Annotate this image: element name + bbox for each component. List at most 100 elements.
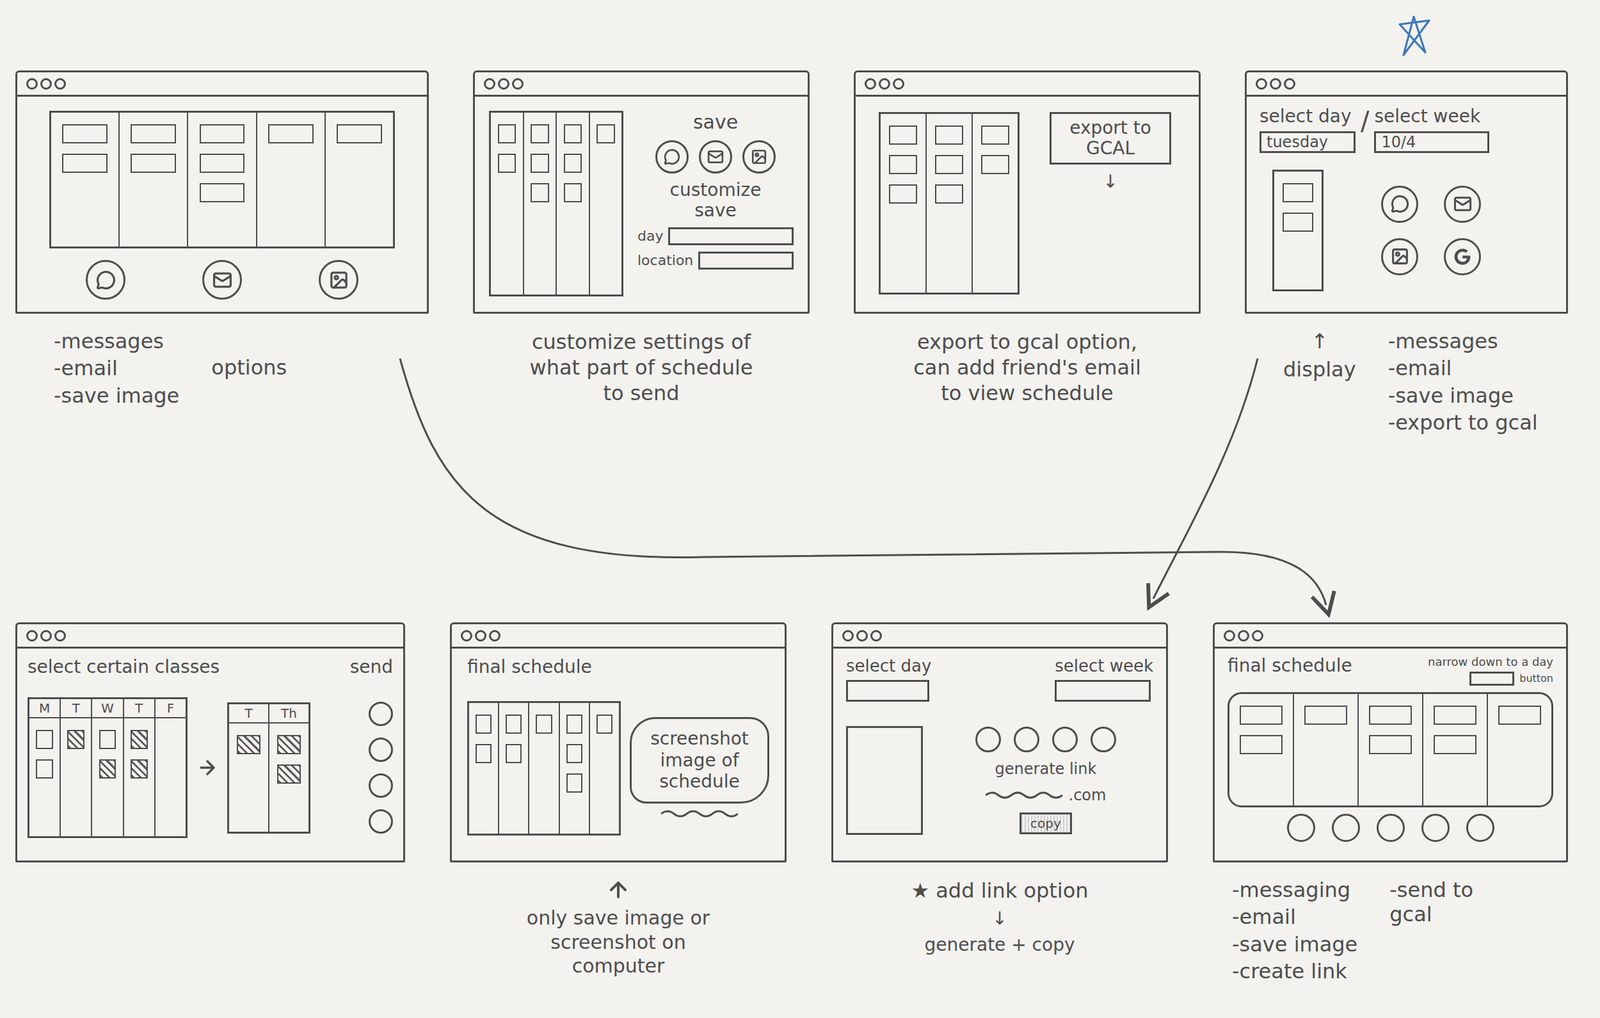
range-row: select daytuesday/select week10/4: [1259, 105, 1554, 153]
class-block[interactable]: [1368, 705, 1412, 725]
schedule-grid: [49, 110, 395, 249]
class-block[interactable]: [1498, 705, 1541, 725]
class-block[interactable]: [35, 759, 54, 779]
week-input[interactable]: [1054, 679, 1151, 702]
class-block[interactable]: [596, 714, 613, 734]
copy-button[interactable]: copy: [1019, 812, 1072, 834]
class-block[interactable]: [563, 124, 583, 144]
class-block[interactable]: [199, 124, 246, 144]
selection-grid: TTh: [227, 702, 311, 834]
day-input[interactable]: [846, 679, 930, 702]
class-block[interactable]: [99, 729, 117, 749]
field-input[interactable]: [668, 227, 794, 246]
class-block[interactable]: [563, 153, 583, 173]
selected-class-block[interactable]: [236, 734, 261, 754]
messages-button[interactable]: [655, 140, 689, 174]
class-block[interactable]: [497, 153, 517, 173]
class-block[interactable]: [566, 773, 583, 793]
class-block[interactable]: [475, 714, 492, 734]
week-input[interactable]: 10/4: [1374, 131, 1490, 153]
save-image-button[interactable]: [318, 259, 359, 300]
send-button[interactable]: [368, 701, 393, 726]
class-block[interactable]: [1239, 705, 1282, 725]
field-input[interactable]: [698, 251, 794, 270]
email-button[interactable]: [202, 259, 242, 300]
export-gcal-button[interactable]: export to GCAL: [1049, 112, 1172, 165]
class-block[interactable]: [130, 153, 176, 173]
share-button[interactable]: [1466, 813, 1495, 842]
class-block[interactable]: [505, 714, 522, 734]
day-header: T: [229, 704, 269, 724]
class-block[interactable]: [935, 125, 964, 145]
save-image-button[interactable]: [742, 140, 776, 174]
class-block[interactable]: [199, 153, 246, 173]
class-block[interactable]: [935, 184, 964, 204]
day-body: [880, 113, 926, 293]
week-group: select week10/4: [1374, 105, 1490, 153]
gcal-button[interactable]: [1443, 238, 1481, 276]
share-button[interactable]: [1331, 813, 1360, 842]
class-block[interactable]: [530, 153, 550, 173]
share-buttons: [1227, 813, 1554, 842]
messages-button[interactable]: [85, 259, 126, 300]
share-button[interactable]: [1090, 726, 1117, 752]
selected-class-block[interactable]: [277, 764, 301, 784]
selected-class-block[interactable]: [130, 759, 148, 779]
share-button[interactable]: [1421, 813, 1450, 842]
email-button[interactable]: [1443, 185, 1481, 223]
send-button[interactable]: [368, 808, 393, 834]
selected-class-block[interactable]: [99, 759, 117, 779]
day-input[interactable]: tuesday: [1259, 131, 1356, 153]
class-block[interactable]: [1368, 734, 1412, 754]
class-block[interactable]: [1239, 734, 1282, 754]
panel-body: export to GCAL↓: [855, 96, 1199, 312]
class-block[interactable]: [199, 183, 246, 203]
class-block[interactable]: [505, 743, 522, 763]
selected-class-block[interactable]: [67, 729, 85, 749]
class-block[interactable]: [1433, 734, 1476, 754]
class-block[interactable]: [35, 729, 54, 749]
class-block[interactable]: [535, 714, 552, 734]
class-block[interactable]: [530, 183, 550, 203]
class-block[interactable]: [566, 743, 583, 763]
selected-class-block[interactable]: [277, 734, 301, 754]
narrow-input[interactable]: [1469, 671, 1515, 686]
email-button[interactable]: [698, 140, 733, 174]
share-button[interactable]: [1376, 813, 1405, 842]
share-button[interactable]: [1052, 726, 1078, 752]
save-image-button[interactable]: [1381, 238, 1419, 276]
class-block[interactable]: [888, 184, 918, 204]
send-button[interactable]: [368, 773, 393, 798]
class-block[interactable]: [563, 183, 583, 203]
class-block[interactable]: [530, 124, 550, 144]
class-block[interactable]: [268, 124, 314, 144]
class-block[interactable]: [1282, 183, 1313, 203]
selected-class-block[interactable]: [130, 729, 148, 749]
class-block[interactable]: [62, 153, 108, 173]
class-block[interactable]: [981, 125, 1010, 145]
class-block[interactable]: [1433, 705, 1476, 725]
class-block[interactable]: [888, 154, 918, 175]
save-buttons: [655, 140, 776, 174]
class-block[interactable]: [336, 124, 383, 144]
share-buttons: [1381, 185, 1481, 276]
class-block[interactable]: [596, 124, 616, 144]
share-button[interactable]: [1013, 726, 1040, 752]
class-block[interactable]: [1304, 705, 1347, 725]
class-block[interactable]: [130, 124, 176, 144]
class-block[interactable]: [497, 124, 517, 144]
class-block[interactable]: [566, 714, 583, 734]
wireframe-share-options: -messages-email-save imageoptions: [15, 70, 429, 408]
class-block[interactable]: [981, 154, 1010, 175]
share-button[interactable]: [1287, 813, 1316, 842]
note-group: ★ add link option↓generate + copy: [831, 877, 1168, 956]
class-block[interactable]: [475, 743, 492, 763]
class-block[interactable]: [1282, 212, 1313, 232]
window-frame: [15, 70, 429, 314]
class-block[interactable]: [935, 154, 964, 175]
share-button[interactable]: [975, 726, 1001, 752]
send-button[interactable]: [368, 737, 393, 762]
class-block[interactable]: [62, 124, 108, 144]
messages-button[interactable]: [1381, 185, 1419, 223]
class-block[interactable]: [888, 125, 918, 145]
